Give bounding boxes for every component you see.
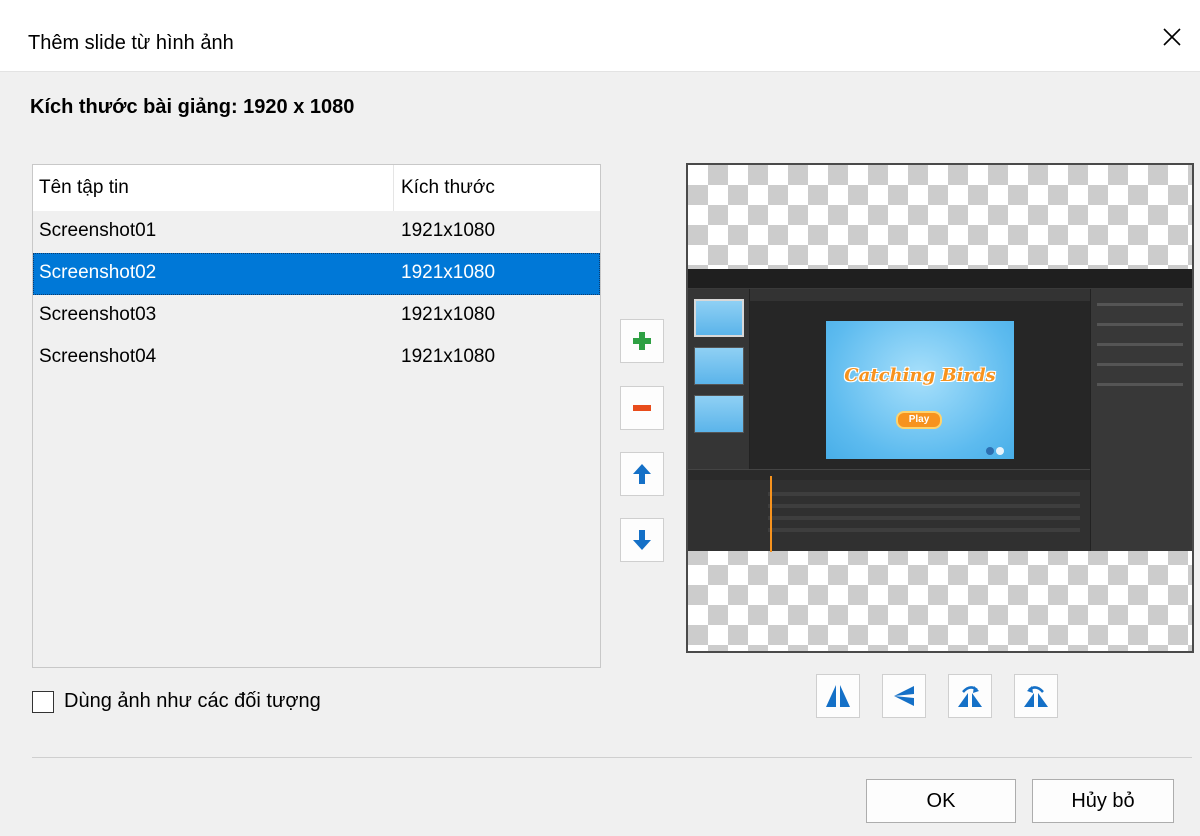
preview-timeline-header xyxy=(688,470,1090,480)
preview-prop-line xyxy=(1097,323,1183,326)
slide-dot xyxy=(986,447,994,455)
file-name: Screenshot04 xyxy=(39,346,157,367)
presentation-size-label: Kích thước bài giảng: 1920 x 1080 xyxy=(30,96,355,118)
preview-track xyxy=(768,528,1080,532)
move-down-button[interactable] xyxy=(620,518,664,562)
column-header-filename[interactable]: Tên tập tin xyxy=(39,177,129,199)
flip-horizontal-icon xyxy=(826,685,850,707)
preview-prop-line xyxy=(1097,363,1183,366)
footer-divider xyxy=(32,757,1192,758)
remove-image-button[interactable] xyxy=(620,386,664,430)
preview-track xyxy=(768,504,1080,508)
column-header-size[interactable]: Kích thước xyxy=(401,177,495,199)
use-as-objects-checkbox[interactable] xyxy=(32,690,54,713)
close-button[interactable] xyxy=(1144,14,1200,60)
rotate-right-button[interactable] xyxy=(948,674,992,718)
flip-vertical-icon xyxy=(894,686,914,706)
column-divider[interactable] xyxy=(393,165,394,211)
preview-slide: Catching Birds Play xyxy=(826,321,1014,459)
file-list-header: Tên tập tin Kích thước xyxy=(33,165,600,211)
move-up-button[interactable] xyxy=(620,452,664,496)
arrow-up-icon xyxy=(633,464,651,484)
file-size: 1921x1080 xyxy=(401,346,496,367)
slide-play-button: Play xyxy=(896,411,942,429)
preview-toolbar xyxy=(750,289,1090,301)
preview-menubar xyxy=(688,269,1192,289)
file-row-selected[interactable]: Screenshot02 1921x1080 xyxy=(33,253,600,295)
close-icon xyxy=(1163,28,1181,46)
file-row[interactable]: Screenshot04 1921x1080 xyxy=(33,337,600,379)
add-image-button[interactable] xyxy=(620,319,664,363)
preview-thumbnail xyxy=(694,395,744,433)
file-name: Screenshot01 xyxy=(39,220,157,241)
use-as-objects-option[interactable]: Dùng ảnh như các đối tượng xyxy=(32,690,321,713)
ok-button[interactable]: OK xyxy=(866,779,1016,823)
title-bar: Thêm slide từ hình ảnh xyxy=(0,0,1200,72)
flip-vertical-button[interactable] xyxy=(882,674,926,718)
file-size: 1921x1080 xyxy=(401,304,496,325)
preview-thumbnail xyxy=(694,299,744,337)
flip-horizontal-button[interactable] xyxy=(816,674,860,718)
file-name: Screenshot02 xyxy=(39,262,157,283)
file-list[interactable]: Tên tập tin Kích thước Screenshot01 1921… xyxy=(32,164,601,668)
rotate-left-icon xyxy=(1024,686,1048,707)
preview-track xyxy=(768,492,1080,496)
file-row[interactable]: Screenshot01 1921x1080 xyxy=(33,211,600,253)
slide-dot xyxy=(996,447,1004,455)
image-preview: Catching Birds Play xyxy=(686,163,1194,653)
file-size: 1921x1080 xyxy=(401,220,496,241)
preview-prop-line xyxy=(1097,303,1183,306)
rotate-left-button[interactable] xyxy=(1014,674,1058,718)
preview-track xyxy=(768,516,1080,520)
file-name: Screenshot03 xyxy=(39,304,157,325)
preview-thumbnail-pane xyxy=(688,289,750,469)
preview-thumbnail xyxy=(694,347,744,385)
dialog-title: Thêm slide từ hình ảnh xyxy=(28,32,234,54)
preview-timeline xyxy=(688,469,1090,552)
minus-icon xyxy=(633,405,651,411)
file-row[interactable]: Screenshot03 1921x1080 xyxy=(33,295,600,337)
arrow-down-icon xyxy=(633,530,651,550)
preview-prop-line xyxy=(1097,343,1183,346)
rotate-right-icon xyxy=(958,686,982,707)
use-as-objects-label[interactable]: Dùng ảnh như các đối tượng xyxy=(64,690,321,713)
cancel-button[interactable]: Hủy bỏ xyxy=(1032,779,1174,823)
preview-prop-line xyxy=(1097,383,1183,386)
preview-screenshot: Catching Birds Play xyxy=(688,269,1192,552)
file-size: 1921x1080 xyxy=(401,262,496,283)
slide-logo: Catching Birds xyxy=(844,365,996,386)
preview-playhead xyxy=(770,476,772,552)
preview-properties-pane xyxy=(1090,289,1192,551)
plus-icon xyxy=(633,332,651,350)
